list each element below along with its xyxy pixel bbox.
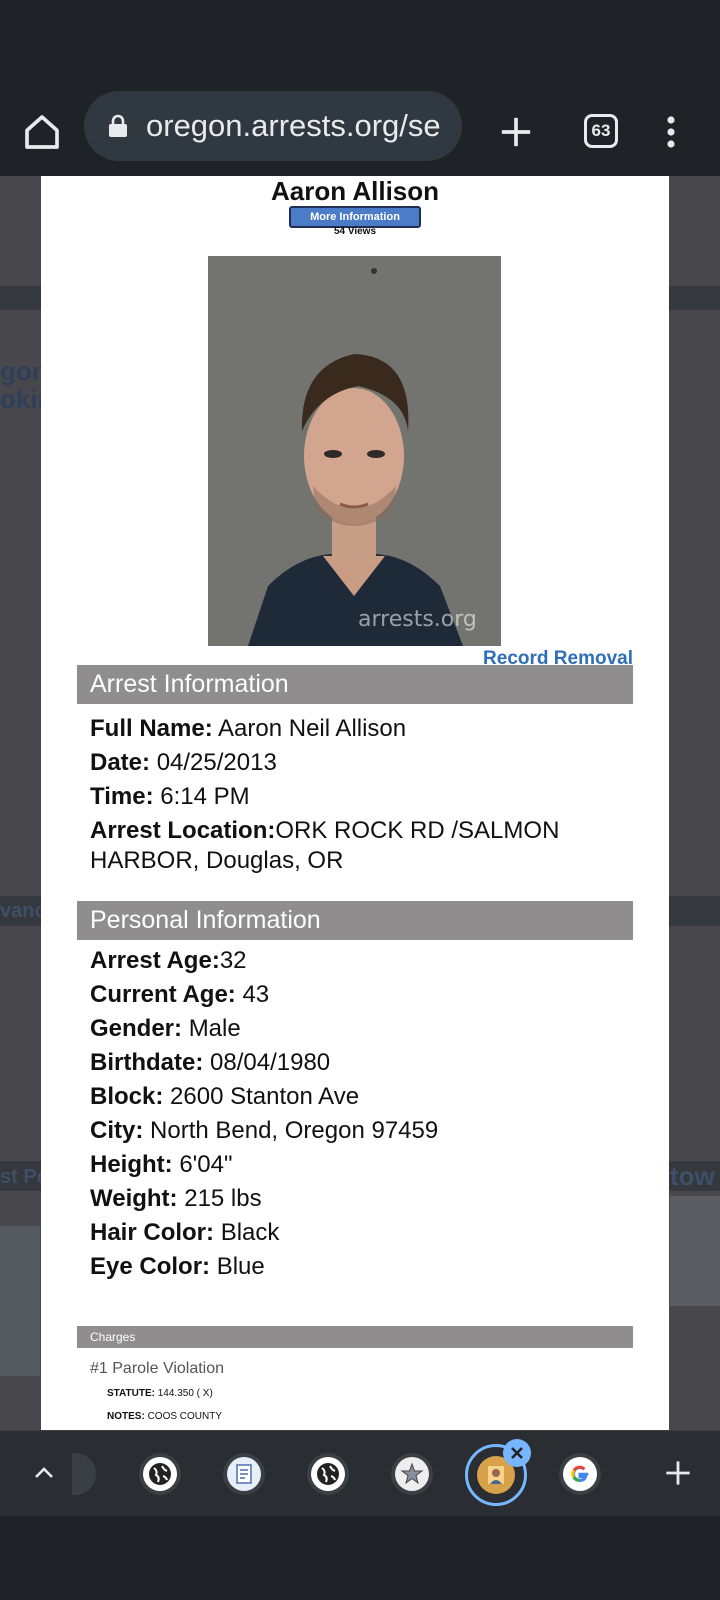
sheriff-star-icon: [400, 1462, 424, 1485]
gender-row: Gender: Male: [90, 1015, 241, 1042]
tab-globe-2[interactable]: [307, 1453, 349, 1495]
chevron-up-icon[interactable]: [24, 1453, 64, 1493]
svg-text:arrests.org: arrests.org: [358, 607, 477, 632]
system-navigation-bar: [0, 1516, 720, 1600]
lock-icon: [109, 114, 127, 137]
city-row: City: North Bend, Oregon 97459: [90, 1117, 439, 1144]
personal-information-header: Personal Information: [77, 901, 633, 940]
add-tab-icon[interactable]: [658, 1453, 698, 1493]
globe-icon: [149, 1463, 171, 1485]
full-name-row: Full Name: Aaron Neil Allison: [90, 715, 407, 742]
address-bar[interactable]: oregon.arrests.org/se: [84, 91, 462, 161]
arrest-information-header: Arrest Information: [77, 665, 633, 704]
person-name: Aaron Allison: [270, 176, 440, 206]
date-row: Date: 04/25/2013: [90, 749, 277, 776]
close-icon[interactable]: [503, 1439, 531, 1467]
mugshot-photo: arrests.org: [208, 256, 501, 646]
current-age-row: Current Age: 43: [90, 981, 270, 1008]
url-text: oregon.arrests.org/se: [146, 108, 441, 143]
arrest-record-modal: Aaron Allison More Information 54 Views …: [41, 176, 669, 1430]
google-icon: [571, 1465, 589, 1482]
tab-switcher-button[interactable]: 63: [580, 106, 622, 156]
new-tab-button[interactable]: [492, 108, 540, 156]
tab-globe-1[interactable]: [139, 1453, 181, 1495]
more-information-button[interactable]: More Information: [289, 206, 421, 228]
eye-color-row: Eye Color: Blue: [90, 1253, 265, 1280]
charge-title: #1 Parole Violation: [90, 1360, 225, 1377]
tab-sheriff[interactable]: [391, 1453, 433, 1495]
tab-document[interactable]: [223, 1453, 265, 1495]
home-icon[interactable]: [18, 106, 66, 158]
charge-statute: STATUTE: 144.350 ( X): [107, 1388, 213, 1399]
more-vert-icon[interactable]: [656, 108, 686, 156]
status-bar: [0, 0, 720, 88]
weight-row: Weight: 215 lbs: [90, 1185, 262, 1212]
height-row: Height: 6'04": [90, 1151, 233, 1178]
arrest-location-row: Arrest Location:ORK ROCK RD /SALMON HARB…: [90, 817, 560, 874]
tab-strip: [0, 1430, 720, 1516]
tab-thumb-partial[interactable]: [72, 1453, 96, 1495]
charge-notes: NOTES: COOS COUNTY: [107, 1411, 223, 1422]
hair-color-row: Hair Color: Black: [90, 1219, 280, 1246]
charges-header: Charges: [77, 1326, 633, 1348]
globe-icon: [317, 1463, 339, 1485]
block-row: Block: 2600 Stanton Ave: [90, 1083, 360, 1110]
document-icon: [236, 1464, 252, 1484]
time-row: Time: 6:14 PM: [90, 783, 250, 810]
tab-count: 63: [584, 114, 618, 148]
arrest-age-row: Arrest Age:32: [90, 947, 247, 974]
tab-google[interactable]: [559, 1453, 601, 1495]
mugshot-thumb-icon: [488, 1466, 504, 1484]
birthdate-row: Birthdate: 08/04/1980: [90, 1049, 331, 1076]
view-count: 54 Views: [333, 226, 377, 237]
